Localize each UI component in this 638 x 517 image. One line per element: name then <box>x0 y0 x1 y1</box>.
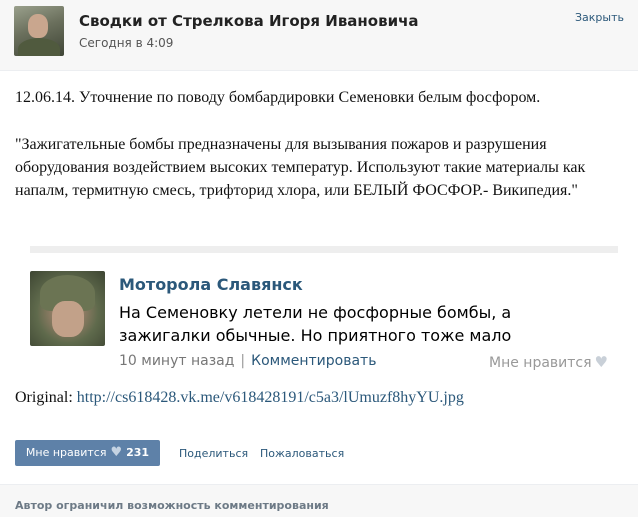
repost-meta: 10 минут назад | Комментировать <box>119 353 376 369</box>
repost-time[interactable]: 10 минут назад <box>119 353 234 369</box>
comments-footer: Автор ограничил возможность комментирова… <box>0 484 638 517</box>
share-link[interactable]: Поделиться <box>179 447 248 460</box>
like-count: 231 <box>126 446 150 459</box>
report-link[interactable]: Пожаловаться <box>260 447 344 460</box>
original-line: Original: http://cs618428.vk.me/v6184281… <box>15 389 464 407</box>
close-button[interactable]: Закрыть <box>575 11 624 24</box>
heart-icon: ♥ <box>110 445 123 460</box>
post-body: 12.06.14. Уточнение по поводу бомбардиро… <box>15 86 625 202</box>
like-label: Мне нравится <box>25 446 107 459</box>
avatar-face-shape <box>28 14 48 38</box>
comments-restricted-notice: Автор ограничил возможность комментирова… <box>15 499 329 512</box>
original-label: Original: <box>15 389 73 406</box>
repost-text: На Семеновку летели не фосфорные бомбы, … <box>119 303 512 345</box>
repost-card: Моторола Славянск На Семеновку летели не… <box>30 246 618 383</box>
author-name[interactable]: Сводки от Стрелкова Игоря Ивановича <box>79 12 419 30</box>
post-paragraph: "Зажигательные бомбы предназначены для в… <box>15 136 586 199</box>
repost-comment-link[interactable]: Комментировать <box>251 353 376 369</box>
heart-icon: ♥ <box>594 353 608 371</box>
author-avatar[interactable] <box>14 6 64 56</box>
repost-like-label: Мне нравится <box>489 355 592 371</box>
repost-avatar[interactable] <box>30 271 105 346</box>
like-button[interactable]: Мне нравится ♥ 231 <box>15 440 160 466</box>
original-link[interactable]: http://cs618428.vk.me/v618428191/c5a3/lU… <box>77 389 464 406</box>
avatar-face-shape <box>52 301 84 337</box>
post-time[interactable]: Сегодня в 4:09 <box>79 36 173 50</box>
post-header: Сводки от Стрелкова Игоря Ивановича Сего… <box>0 0 638 71</box>
post-paragraph: 12.06.14. Уточнение по поводу бомбардиро… <box>15 89 541 106</box>
meta-separator: | <box>240 353 246 369</box>
repost-author-name[interactable]: Моторола Славянск <box>119 275 303 294</box>
avatar-body-shape <box>18 38 60 56</box>
repost-like-button[interactable]: Мне нравится ♥ <box>489 353 608 371</box>
